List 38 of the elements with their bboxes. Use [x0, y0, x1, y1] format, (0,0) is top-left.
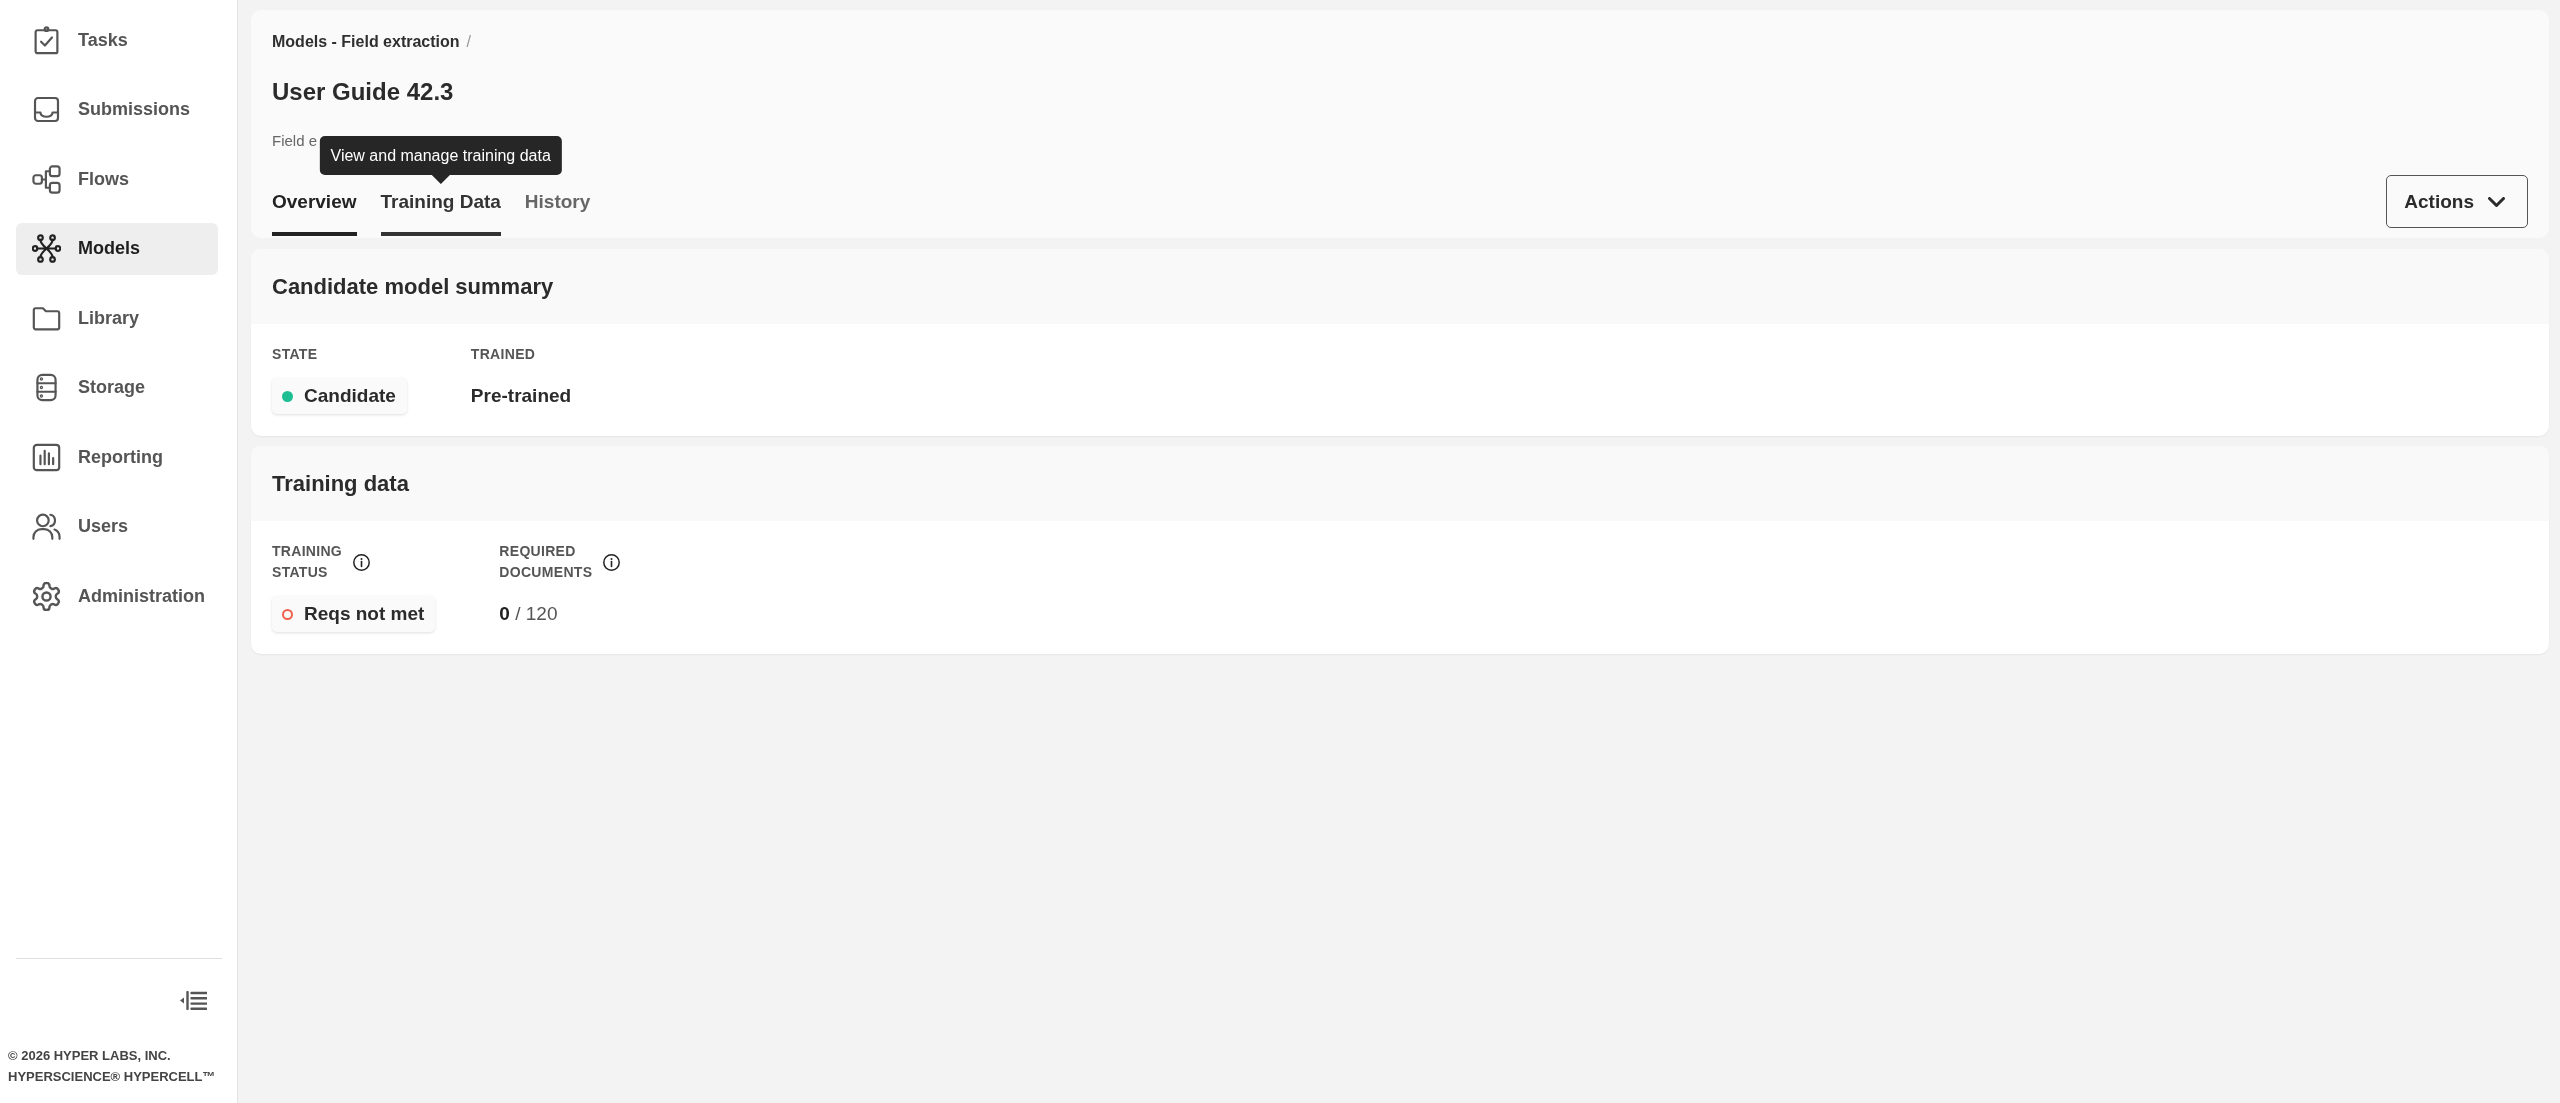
status-label: Reqs not met: [304, 603, 425, 625]
card-title: Training data: [272, 470, 409, 497]
footer-text: HYPERSCIENCE® HYPERCELL™: [8, 1068, 217, 1086]
flow-nodes-icon: [32, 164, 61, 194]
clipboard-check-icon: [32, 25, 61, 55]
breadcrumb-link[interactable]: Models - Field extraction: [272, 31, 460, 53]
page-title: User Guide 42.3: [272, 77, 454, 107]
inbox-tray-icon: [32, 95, 61, 124]
tab[interactable]: Training Data: [380, 179, 501, 236]
field-label: TRAINED: [470, 345, 536, 364]
breadcrumb-separator: /: [466, 32, 472, 52]
sidebar-item[interactable]: Tasks: [16, 14, 218, 66]
sidebar-item[interactable]: Submissions: [16, 83, 218, 136]
sidebar-item[interactable]: Library: [16, 292, 218, 344]
sidebar-item[interactable]: Flows: [16, 153, 218, 205]
chevron-down-icon: [2488, 196, 2505, 207]
sidebar-item[interactable]: Reporting: [16, 431, 218, 483]
tab[interactable]: Overview: [272, 179, 357, 236]
field-label: STATE: [272, 345, 318, 364]
footer-text: © 2026 HYPER LABS, INC.: [8, 1047, 172, 1065]
document-count: 0 / 120: [499, 602, 558, 626]
sidebar-item[interactable]: Users: [16, 500, 218, 553]
settings-icon: [32, 581, 61, 611]
status-label: Candidate: [304, 385, 396, 407]
bar-chart-icon: [32, 442, 61, 472]
network-icon: [32, 234, 61, 263]
collapse-sidebar-icon[interactable]: [180, 991, 207, 1010]
sidebar-item[interactable]: Storage: [16, 361, 218, 414]
sidebar-item[interactable]: Models: [16, 222, 218, 275]
tooltip: View and manage training data: [319, 136, 562, 184]
field-label: TRAINING STATUS: [272, 542, 343, 582]
users-icon: [32, 512, 61, 541]
page-subtitle: Field e: [272, 131, 318, 151]
field-label: REQUIRED DOCUMENTS: [499, 542, 593, 582]
sidebar-item[interactable]: Administration: [16, 570, 218, 622]
card-title: Candidate model summary: [272, 273, 554, 300]
field-value: Pre-trained: [470, 384, 572, 408]
actions-button[interactable]: Actions: [2386, 175, 2528, 228]
